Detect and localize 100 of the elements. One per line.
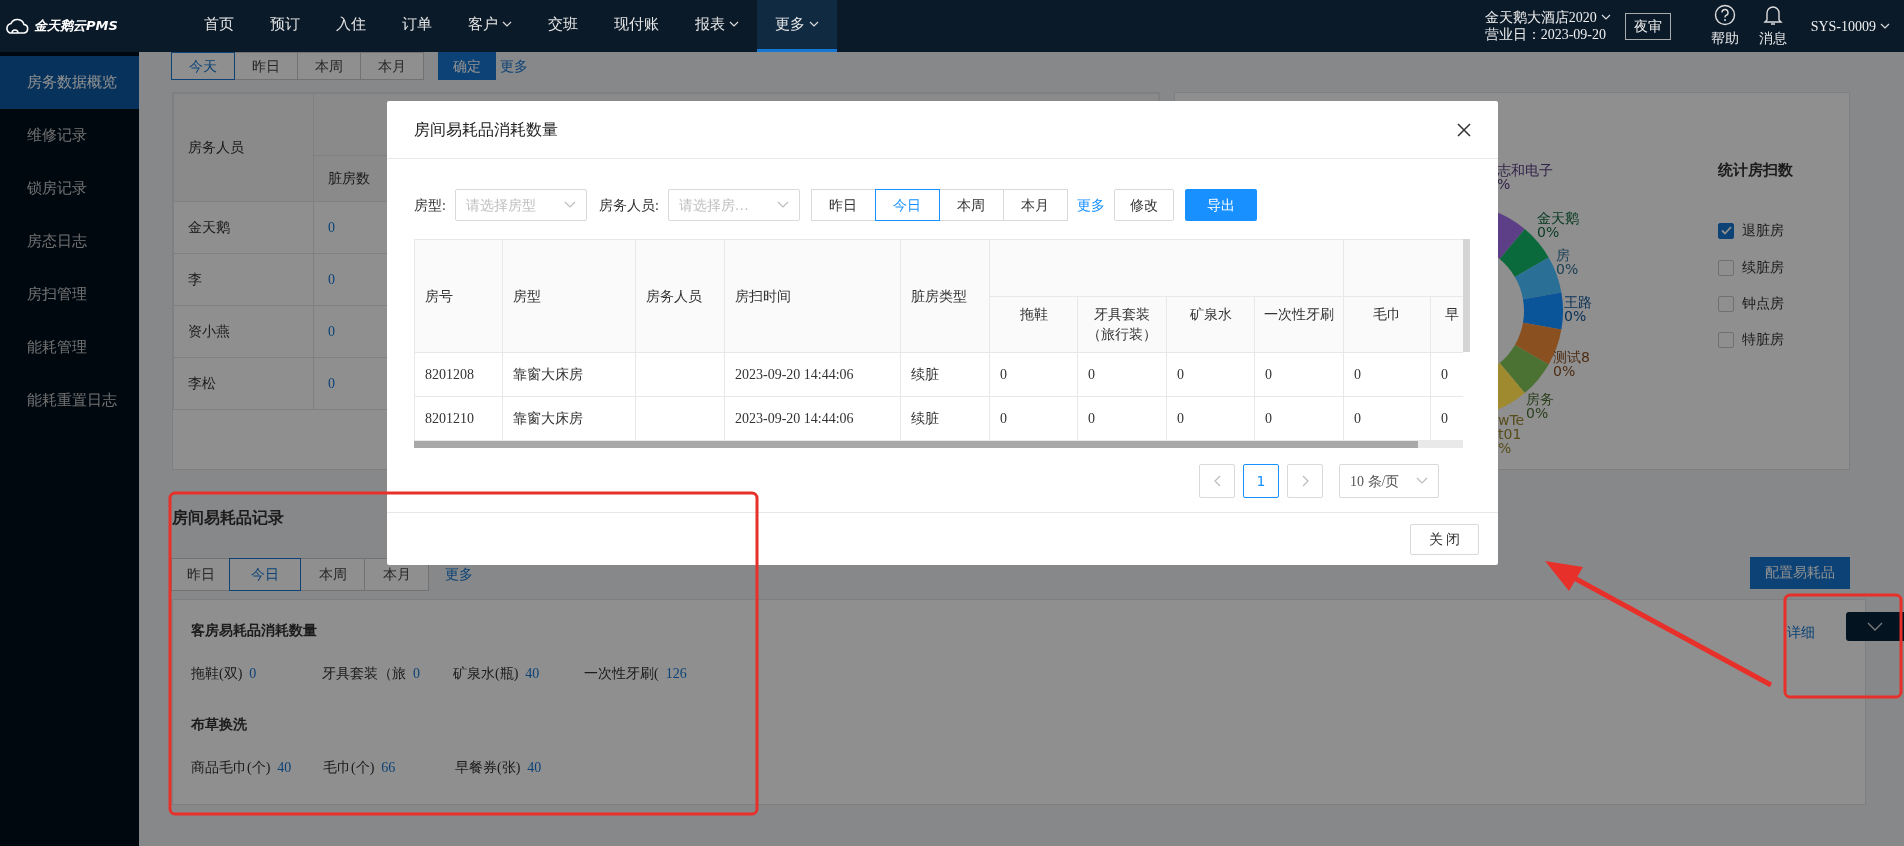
checkbox-label: 退脏房	[1742, 222, 1784, 240]
sidebar-item[interactable]: 房态日志	[0, 215, 139, 268]
item-value: 0	[249, 665, 257, 683]
table-cell: 8201210	[414, 396, 503, 441]
page-button[interactable]: 1	[1243, 464, 1279, 498]
date-tab[interactable]: 本周	[297, 52, 361, 80]
date-tab[interactable]: 本月	[1002, 189, 1068, 221]
table-cell: 2023-09-20 14:44:06	[724, 396, 901, 441]
table-cell: 0	[1166, 396, 1255, 441]
checkbox[interactable]	[1718, 295, 1734, 312]
date-tab[interactable]: 昨日	[234, 52, 298, 80]
checkbox[interactable]	[1718, 331, 1734, 348]
date-tab[interactable]: 本周	[300, 558, 365, 591]
checkbox-label: 钟点房	[1742, 295, 1784, 313]
next-page-button[interactable]	[1287, 464, 1323, 498]
checkbox-label: 特脏房	[1742, 331, 1784, 349]
checkbox[interactable]	[1718, 222, 1734, 239]
chevron-down-icon	[776, 201, 789, 209]
menu-item[interactable]: 预订	[252, 0, 318, 52]
table-cell: 0	[989, 352, 1078, 397]
collapse-tab[interactable]	[1846, 612, 1904, 641]
table-cell: 资小燕	[173, 305, 314, 358]
scrollbar[interactable]	[1463, 239, 1470, 352]
item-label: 毛巾(个)	[323, 759, 375, 777]
table-cell: 0	[1077, 352, 1167, 397]
more-link[interactable]: 更多	[445, 564, 473, 585]
menu-item[interactable]: 订单	[384, 0, 450, 52]
sidebar-item[interactable]: 维修记录	[0, 109, 139, 162]
date-tab[interactable]: 本月	[360, 52, 424, 80]
item-label: 矿泉水(瓶)	[453, 665, 519, 683]
chart-label: 房务 0%	[1526, 392, 1554, 420]
date-tab[interactable]: 昨日	[810, 189, 876, 221]
sidebar-item[interactable]: 锁房记录	[0, 162, 139, 215]
chevron-right-icon	[1301, 475, 1309, 487]
previous-page-button[interactable]	[1199, 464, 1235, 498]
item-value: 0	[413, 665, 420, 683]
date-tab[interactable]: 今日	[874, 189, 940, 221]
chart-label: 金天鹅 0%	[1537, 211, 1579, 239]
table-cell: 靠窗大床房	[502, 396, 636, 441]
modal-title: 房间易耗品消耗数量	[414, 119, 558, 140]
menu-item[interactable]: 更多	[757, 0, 837, 52]
table-cell: 0	[989, 396, 1078, 441]
column-header: 牙具套装（旅行装）	[1077, 296, 1167, 353]
item-label: 商品毛巾(个)	[191, 759, 271, 777]
table-cell: 李松	[173, 357, 314, 410]
configure-button[interactable]: 配置易耗品	[1750, 556, 1850, 589]
menu-item[interactable]: 现付账	[596, 0, 677, 52]
table-cell: 0	[1343, 352, 1431, 397]
page-size-select[interactable]: 10 条/页	[1339, 464, 1439, 498]
confirm-button[interactable]: 确定	[438, 52, 496, 80]
column-header: 房型	[502, 239, 636, 353]
table-cell: 0	[1077, 396, 1167, 441]
user-menu[interactable]: SYS-10009	[1810, 17, 1876, 35]
item-value: 126	[665, 665, 687, 683]
item-label: 早餐券(张)	[455, 759, 521, 777]
menu-item[interactable]: 报表	[677, 0, 757, 52]
table-cell: 续脏	[900, 352, 990, 397]
help-link[interactable]: 帮助	[1710, 27, 1739, 49]
night-audit-button[interactable]: 夜审	[1624, 12, 1671, 40]
sidebar-item[interactable]: 能耗重置日志	[0, 374, 139, 427]
table-cell: 金天鹅	[173, 201, 314, 254]
date-tab[interactable]: 本周	[938, 189, 1004, 221]
column-header: 矿泉水	[1166, 296, 1255, 353]
menu-item[interactable]: 入住	[318, 0, 384, 52]
hotel-name[interactable]: 金天鹅大酒店2020	[1484, 9, 1597, 26]
menu-item[interactable]: 交班	[530, 0, 596, 52]
business-date: 营业日：2023-09-20	[1484, 26, 1607, 43]
sidebar-item[interactable]: 房务数据概览	[0, 56, 139, 109]
chevron-down-icon	[1880, 22, 1890, 30]
help-icon[interactable]	[1713, 3, 1736, 26]
date-tab[interactable]: 今日	[229, 558, 301, 591]
item-value: 40	[527, 759, 542, 777]
group-title: 布草换洗	[191, 716, 247, 734]
logo-text: 金天鹅云PMS	[34, 17, 118, 36]
item-value: 40	[277, 759, 292, 777]
sidebar-item[interactable]: 房扫管理	[0, 268, 139, 321]
chevron-down-icon	[1867, 621, 1883, 632]
more-link[interactable]: 更多	[500, 55, 528, 77]
export-button[interactable]: 导出	[1184, 189, 1257, 221]
checkbox[interactable]	[1718, 259, 1734, 276]
messages-link[interactable]: 消息	[1758, 27, 1787, 49]
column-header: 房号	[414, 239, 503, 353]
close-icon[interactable]	[1457, 122, 1471, 137]
table-cell: 8201208	[414, 352, 503, 397]
item-value: 66	[381, 759, 396, 777]
table-cell: 李	[173, 253, 314, 306]
bell-icon[interactable]	[1762, 3, 1783, 26]
table-header: 房务人员	[173, 93, 314, 202]
menu-item[interactable]: 客户	[450, 0, 530, 52]
sidebar-item[interactable]: 能耗管理	[0, 321, 139, 374]
detail-link[interactable]: 详细	[1787, 622, 1815, 643]
close-button[interactable]: 关 闭	[1410, 524, 1479, 555]
column-header: 脏房类型	[900, 239, 990, 353]
edit-button[interactable]: 修改	[1113, 189, 1174, 221]
menu-item[interactable]: 首页	[186, 0, 252, 52]
date-tab[interactable]: 今天	[171, 52, 235, 80]
table-cell: 2023-09-20 14:44:06	[724, 352, 901, 397]
date-tab[interactable]: 昨日	[171, 558, 230, 591]
chart-label: 房 0%	[1556, 248, 1579, 276]
scrollbar[interactable]	[414, 441, 1418, 448]
